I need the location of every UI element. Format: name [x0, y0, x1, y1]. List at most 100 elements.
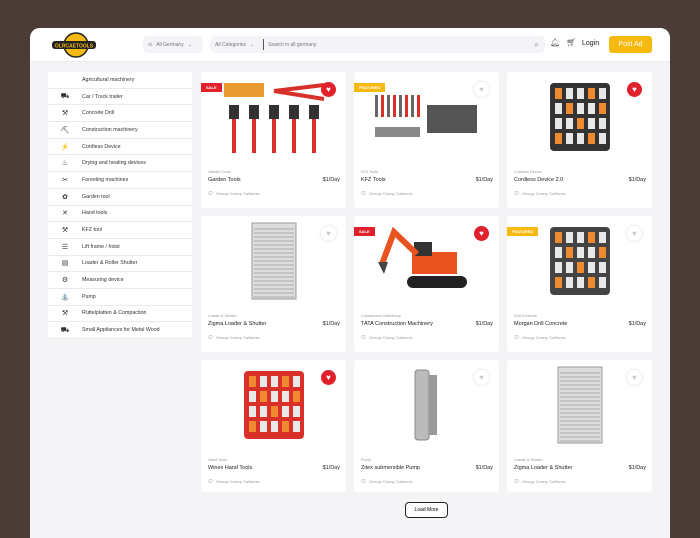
favorite-heart-icon[interactable]: ♥ — [321, 226, 336, 241]
product-price: $1/Day — [475, 321, 493, 327]
category-icon: ▤ — [61, 260, 69, 268]
product-price: $1/Day — [475, 465, 493, 471]
product-location: ⊙ George Colony, California — [361, 191, 413, 197]
sidebar-item-label: Small Appliances for Metal Wood — [82, 327, 160, 334]
sidebar-item[interactable]: ✿ Garden tool — [48, 189, 192, 206]
product-location: ⊙ George Colony, California — [361, 335, 413, 341]
sidebar-item-label: Rüttelplatten & Compaction — [82, 310, 147, 317]
sidebar-item[interactable]: ⚒ Concrete Drill — [48, 105, 192, 123]
product-card[interactable]: SALE ♥ Garden Tools Garden Tools $1/Day ⊙ Geor… — [201, 72, 346, 208]
product-location: ⊙ George Colony, California — [514, 191, 566, 197]
product-name[interactable]: Zigma Loader & Shutter — [208, 321, 266, 327]
sidebar-item-label: Car / Truck trailer — [82, 93, 123, 100]
sidebar-item[interactable]: ☰ Lift frame / hoist — [48, 239, 192, 256]
notification-bell-icon[interactable]: 🔔︎ — [550, 38, 560, 47]
featured-badge: FEATURED — [354, 83, 386, 92]
favorite-heart-icon[interactable]: ♥ — [474, 82, 489, 97]
sidebar-item[interactable]: ⛟ Car / Truck trailer — [48, 89, 192, 106]
location-pin-icon: ⊙ — [208, 191, 214, 197]
chevron-down-icon: ⌄ — [250, 41, 255, 48]
sidebar-item[interactable]: ⚡ Cordless Device — [48, 139, 192, 156]
sidebar-item[interactable]: ⛲ Pump — [48, 289, 192, 306]
location-pin-icon: ⊙ — [514, 335, 520, 341]
product-name[interactable]: TATA Construction Machinery — [361, 321, 433, 327]
product-name[interactable]: Morgan Drill Concrete — [514, 321, 568, 327]
sidebar-item[interactable]: ✕ Hand tools — [48, 206, 192, 223]
sale-badge: SALE — [354, 227, 375, 236]
sidebar-item[interactable]: ⛏ Construction machinery — [48, 122, 192, 139]
category-icon: ⛟ — [60, 93, 70, 101]
product-card[interactable]: SALE ♥ Construction Machinery TATA Construc… — [354, 216, 499, 352]
favorite-heart-icon[interactable]: ♥ — [627, 370, 642, 385]
sidebar-item[interactable]: ✂ Foresting machines — [48, 172, 192, 189]
product-name[interactable]: Cordless Device 2.0 — [514, 177, 563, 183]
product-name[interactable]: Zigma Loader & Shutter — [514, 465, 572, 471]
load-more-button[interactable]: Load More — [405, 502, 448, 518]
sidebar-item[interactable]: Agricultural machinery — [48, 72, 192, 89]
search-input[interactable]: Search in all germany — [268, 42, 535, 48]
sidebar-item-label: Lift frame / hoist — [82, 243, 120, 250]
favorite-heart-icon[interactable]: ♥ — [474, 226, 489, 241]
header: OLRCAETOOLS ⊙ All Germany ⌄ All Categories… — [30, 28, 670, 62]
chevron-down-icon: ⌄ — [187, 41, 192, 48]
favorite-heart-icon[interactable]: ♥ — [321, 82, 336, 97]
category-icon: ⛟ — [60, 326, 70, 334]
product-card[interactable]: ♥ Hand Tools Winex Hand Tools $1/Day ⊙ George… — [201, 360, 346, 492]
sidebar-item[interactable]: ⚒ Rüttelplatten & Compaction — [48, 306, 192, 323]
location-pin-icon: ⊙ — [148, 41, 153, 48]
product-card[interactable]: FEATURED ♥ Drill Concrete Morgan Drill Conc… — [507, 216, 652, 352]
favorite-heart-icon[interactable]: ♥ — [474, 370, 489, 385]
sidebar-item-label: Hand tools — [82, 210, 108, 217]
sidebar-item[interactable]: ♨ Drying and heating devices — [48, 155, 192, 173]
product-price: $1/Day — [322, 177, 340, 183]
search-icon[interactable]: ⌕ — [535, 40, 539, 50]
sidebar-item[interactable]: ⚒ KFZ tool — [48, 222, 192, 239]
product-name[interactable]: Garden Tools — [208, 177, 241, 183]
favorite-heart-icon[interactable]: ♥ — [321, 370, 336, 385]
product-price: $1/Day — [628, 177, 646, 183]
svg-text:OLRCAETOOLS: OLRCAETOOLS — [55, 44, 94, 50]
app-window: OLRCAETOOLS ⊙ All Germany ⌄ All Categories… — [30, 28, 670, 538]
sidebar-item[interactable]: ⛟ Small Appliances for Metal Wood — [48, 322, 192, 339]
category-sidebar: Agricultural machinery ⛟ Car / Truck trail… — [48, 72, 192, 339]
category-icon: ✿ — [62, 193, 68, 201]
category-icon: ✕ — [62, 210, 68, 218]
product-category: Construction Machinery — [361, 314, 401, 318]
favorite-heart-icon[interactable]: ♥ — [627, 226, 642, 241]
location-select[interactable]: ⊙ All Germany ⌄ — [143, 36, 203, 53]
product-location: ⊙ George Colony, California — [208, 191, 260, 197]
product-name[interactable]: Zitex submersible Pump — [361, 465, 420, 471]
logo[interactable]: OLRCAETOOLS — [50, 31, 98, 59]
sidebar-item-label: Cordless Device — [82, 143, 121, 150]
product-card[interactable]: ♥ Cordless Device Cordless Device 2.0 $1/Da… — [507, 72, 652, 208]
sidebar-item-label: Agricultural machinery — [82, 76, 135, 83]
product-price: $1/Day — [628, 321, 646, 327]
category-icon: ⚒ — [61, 227, 69, 235]
product-name[interactable]: KFZ Tools — [361, 177, 386, 183]
category-select[interactable]: All Categories ⌄ — [215, 42, 263, 48]
product-card[interactable]: ♥ Loader & Shutter Zigma Loader & Shutter $… — [507, 360, 652, 492]
product-card[interactable]: ♥ Loader & Shutter Zigma Loader & Shutter $… — [201, 216, 346, 352]
product-card[interactable]: FEATURED ♥ KFZ Tools KFZ Tools $1/Day ⊙ George… — [354, 72, 499, 208]
sidebar-item[interactable]: ▤ Loader & Roller Shutter — [48, 256, 192, 273]
favorite-heart-icon[interactable]: ♥ — [627, 82, 642, 97]
sidebar-item-label: Measuring device — [82, 277, 124, 284]
sidebar-item-label: Foresting machines — [82, 176, 129, 183]
post-ad-button[interactable]: Post Ad — [609, 36, 652, 53]
sidebar-item-label: Construction machinery — [82, 126, 138, 133]
search-bar: All Categories ⌄ Search in all germany ⌕ — [210, 36, 545, 53]
sidebar-item-label: Drying and heating devices — [82, 160, 146, 167]
cart-icon[interactable]: 🛒︎ — [566, 38, 576, 47]
product-card[interactable]: ♥ Pump Zitex submersible Pump $1/Day ⊙ George… — [354, 360, 499, 492]
category-icon: ☰ — [61, 243, 69, 251]
featured-badge: FEATURED — [507, 227, 539, 236]
product-name[interactable]: Winex Hand Tools — [208, 465, 252, 471]
product-location: ⊙ George Colony, California — [361, 479, 413, 485]
divider — [263, 39, 264, 50]
product-location: ⊙ George Colony, California — [514, 479, 566, 485]
login-link[interactable]: Login — [582, 40, 599, 47]
location-pin-icon: ⊙ — [361, 479, 367, 485]
category-icon: ⛏ — [60, 126, 70, 134]
sidebar-item[interactable]: ⚙ Measuring device — [48, 272, 192, 289]
sidebar-item-label: Concrete Drill — [82, 110, 115, 117]
